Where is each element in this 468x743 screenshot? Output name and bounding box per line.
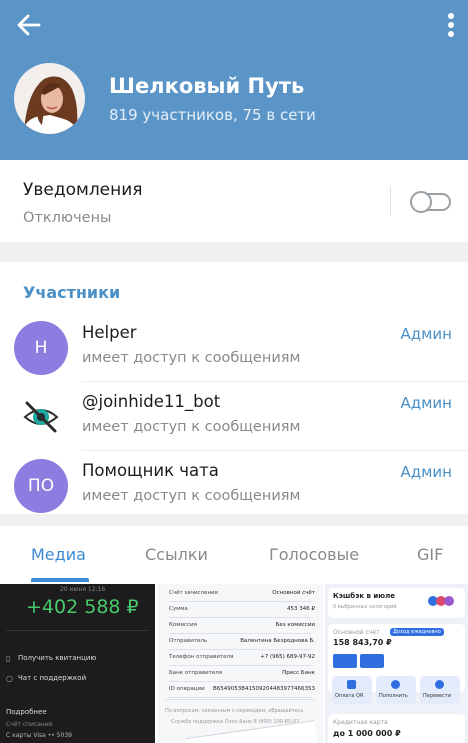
thumb-text: Подробнее xyxy=(6,708,47,716)
thumb-text: до 1 000 000 ₽ xyxy=(333,729,401,738)
receipt-label: Счёт зачисления xyxy=(169,590,218,596)
divider xyxy=(390,187,391,215)
thumb-text: Оплата QR xyxy=(335,693,364,699)
section-gap xyxy=(0,514,468,526)
member-row[interactable]: ПО Помощник чата имеет доступ к сообщени… xyxy=(0,451,468,520)
thumb-text: С карты Visa •• 5039 xyxy=(6,732,72,739)
divider xyxy=(165,699,315,700)
thumb-text: Кэшбэк в июле xyxy=(333,592,395,600)
transfer-button: Перевести xyxy=(420,676,460,704)
receipt-value: Валентина Безроднова Б. xyxy=(240,638,315,644)
chat-header: Шелковый Путь 819 участников, 75 в сети xyxy=(0,0,468,160)
divider xyxy=(169,681,311,682)
transfer-icon xyxy=(435,680,444,689)
thumb-badge: Доход ежедневно xyxy=(390,628,444,636)
divider xyxy=(169,649,311,650)
receipt-label: Сумма xyxy=(169,606,188,612)
receipt-value: Без комиссии xyxy=(275,622,315,628)
actions-row: Оплата QR Пополнить Перевести xyxy=(328,676,465,706)
receipt-value: Основной счёт xyxy=(272,590,315,596)
qr-icon xyxy=(347,680,356,689)
back-button[interactable] xyxy=(14,10,44,40)
avatar: ПО xyxy=(14,459,68,513)
thumb-receipt-icon: ▯ xyxy=(6,654,11,663)
member-role: Админ xyxy=(400,463,452,481)
more-menu-button[interactable] xyxy=(440,8,462,42)
receipt-value: B6549053B41509204483977466353 xyxy=(212,686,315,692)
members-section: Участники H Helper имеет доступ к сообще… xyxy=(0,262,468,514)
hidden-eye-icon xyxy=(23,401,59,433)
receipt-label: Отправитель xyxy=(169,638,208,644)
media-thumbnail[interactable]: 20 июня 12:16 +402 588 ₽ ▯ Получить квит… xyxy=(0,584,155,743)
notifications-toggle[interactable] xyxy=(410,191,451,213)
topup-button: Пополнить xyxy=(376,676,416,704)
card-icon xyxy=(360,654,384,668)
shared-media-tabs: Медиа Ссылки Голосовые GIF xyxy=(0,526,468,583)
credit-card: Кредитная карта до 1 000 000 ₽ xyxy=(328,714,465,743)
notifications-state: Отключены xyxy=(23,210,112,226)
tab-gif[interactable]: GIF xyxy=(417,545,443,564)
avatar: H xyxy=(14,321,68,375)
thumb-text: 20 июня 12:16 xyxy=(60,586,106,593)
notifications-label: Уведомления xyxy=(23,180,143,200)
divider xyxy=(169,665,311,666)
member-status: имеет доступ к сообщениям xyxy=(82,488,301,504)
receipt-value: Пресс Банк xyxy=(282,670,315,676)
section-gap xyxy=(0,242,468,262)
avatar xyxy=(14,390,68,444)
tab-voice[interactable]: Голосовые xyxy=(269,545,359,564)
thumb-text: Пополнить xyxy=(379,693,408,699)
plus-icon xyxy=(391,680,400,689)
group-title: Шелковый Путь xyxy=(109,74,305,98)
cashback-card: Кэшбэк в июле 0 выбранных категорий xyxy=(328,588,465,618)
member-name: @joinhide11_bot xyxy=(82,392,221,411)
thumb-text: Чат с поддержкой xyxy=(18,674,87,682)
card-icon xyxy=(333,654,357,668)
qr-pay-button: Оплата QR xyxy=(332,676,372,704)
receipt-label: Комиссия xyxy=(169,622,197,628)
active-tab-indicator xyxy=(31,578,89,582)
thumb-text: Основной счёт xyxy=(333,629,380,636)
category-icon xyxy=(444,596,454,606)
thumb-text: 0 выбранных категорий xyxy=(333,604,397,610)
divider xyxy=(6,630,149,631)
member-name: Помощник чата xyxy=(82,461,219,480)
thumb-text: Перевести xyxy=(423,693,452,699)
divider xyxy=(169,633,311,634)
member-row[interactable]: @joinhide11_bot имеет доступ к сообщения… xyxy=(0,382,468,451)
thumb-balance: +402 588 ₽ xyxy=(26,596,139,618)
more-vertical-icon xyxy=(448,13,454,37)
divider xyxy=(169,697,311,698)
group-avatar[interactable] xyxy=(14,63,85,134)
divider xyxy=(169,617,311,618)
media-thumbnail[interactable]: Счёт зачисления Основной счёт Сумма 453 346… xyxy=(157,584,323,743)
thumb-text: По вопросам, связанным с переводом, обра… xyxy=(165,708,304,714)
tab-links[interactable]: Ссылки xyxy=(145,545,208,564)
member-status: имеет доступ к сообщениям xyxy=(82,419,301,435)
thumb-text: Получить квитанцию xyxy=(18,654,97,662)
member-name: Helper xyxy=(82,323,137,342)
media-thumbnail[interactable]: Кэшбэк в июле 0 выбранных категорий Осно… xyxy=(325,584,468,743)
member-status: имеет доступ к сообщениям xyxy=(82,350,301,366)
receipt-value: +7 (965) 689-97-92 xyxy=(260,654,315,660)
group-member-count: 819 участников, 75 в сети xyxy=(109,106,316,124)
member-role: Админ xyxy=(400,394,452,412)
thumb-chat-icon: ○ xyxy=(6,674,13,683)
group-avatar-image xyxy=(14,63,85,134)
member-role: Админ xyxy=(400,325,452,343)
thumb-text: Кредитная карта xyxy=(333,719,388,726)
toggle-knob xyxy=(410,191,432,213)
tab-media[interactable]: Медиа xyxy=(31,545,86,564)
thumb-text: Счёт списания xyxy=(6,721,53,728)
divider xyxy=(169,601,311,602)
receipt-label: ID операции xyxy=(169,686,205,692)
arrow-left-icon xyxy=(17,14,41,36)
thumb-text: 158 843,70 ₽ xyxy=(333,638,392,647)
receipt-value: 453 346 ₽ xyxy=(287,606,315,612)
members-title: Участники xyxy=(23,283,121,302)
notifications-row[interactable]: Уведомления Отключены xyxy=(0,160,468,242)
receipt-label: Телефон отправителя xyxy=(169,654,234,660)
member-row[interactable]: H Helper имеет доступ к сообщениям Админ xyxy=(0,313,468,382)
receipt-label: Банк отправителя xyxy=(169,670,223,676)
